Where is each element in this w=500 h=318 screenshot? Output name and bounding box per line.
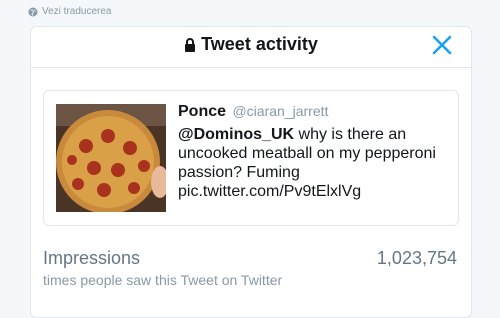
modal-header: Tweet activity [31, 27, 471, 68]
lock-icon [185, 37, 196, 52]
impressions-value: 1,023,754 [376, 248, 457, 268]
modal-title-text: Tweet activity [201, 34, 318, 54]
pizza-photo[interactable] [56, 104, 166, 212]
close-icon[interactable] [429, 32, 455, 58]
tweet-mention[interactable]: @Dominos_UK [178, 126, 294, 143]
globe-icon [28, 7, 38, 16]
translate-link[interactable]: Vezi traducerea [28, 6, 112, 17]
tweet-link[interactable]: pic.twitter.com/Pv9tElxlVg [178, 183, 361, 200]
impressions-description: times people saw this Tweet on Twitter [43, 272, 283, 288]
modal-title: Tweet activity [31, 34, 471, 55]
tweet-text: @Dominos_UK why is there an uncooked mea… [178, 125, 448, 201]
impressions-label: Impressions [43, 248, 141, 268]
tweet-body: Ponce @ciaran_jarrett @Dominos_UK why is… [178, 103, 448, 201]
author-handle[interactable]: @ciaran_jarrett [232, 103, 328, 119]
translate-label: Vezi traducerea [42, 6, 112, 17]
author-name[interactable]: Ponce [178, 103, 226, 120]
tweet-author[interactable]: Ponce @ciaran_jarrett [178, 103, 448, 121]
tweet-card[interactable]: Ponce @ciaran_jarrett @Dominos_UK why is… [43, 90, 459, 226]
tweet-activity-modal: Tweet activity Ponce @ciaran_jarrett @Do… [30, 26, 472, 318]
